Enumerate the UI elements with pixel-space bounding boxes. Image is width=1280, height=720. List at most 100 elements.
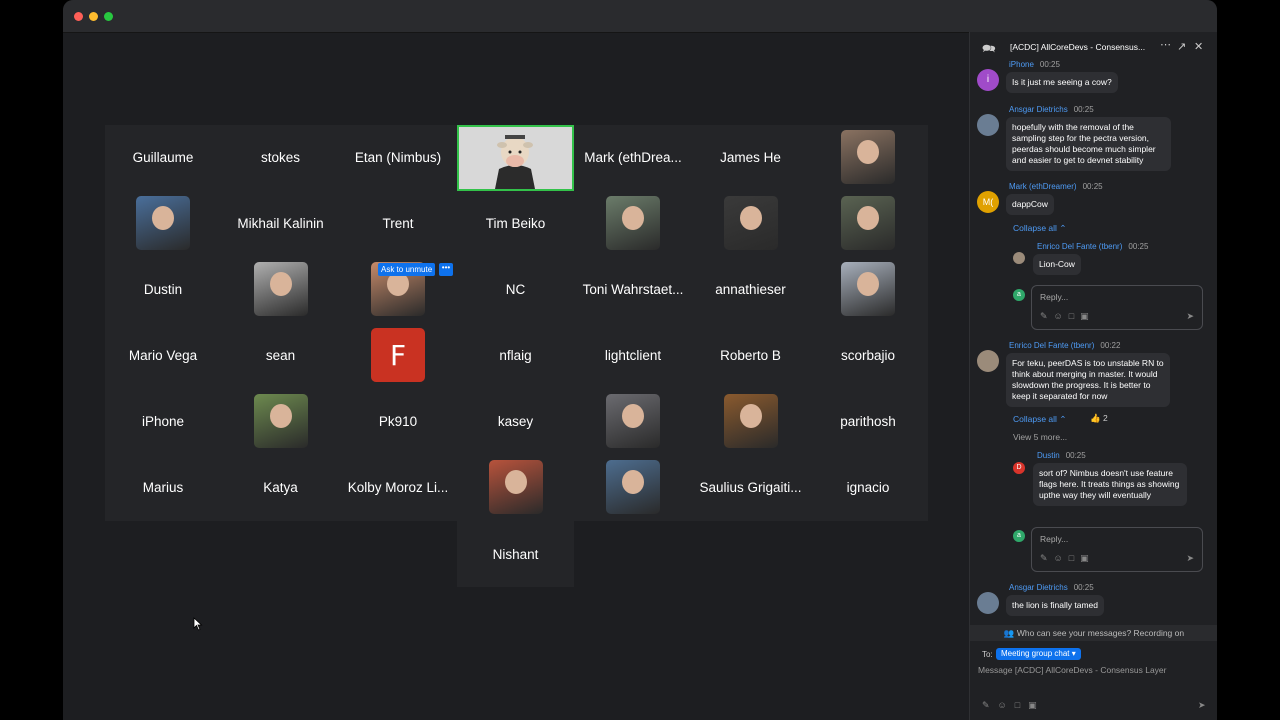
recording-notice[interactable]: 👥 Who can see your messages? Recording o… — [970, 625, 1217, 641]
participant-name: Tim Beiko — [485, 215, 546, 231]
chat-bubbles-icon: 🗪 — [982, 43, 996, 55]
participant-tile[interactable]: Marius — [105, 455, 221, 519]
participant-avatar — [606, 196, 660, 250]
participant-avatar — [606, 394, 660, 448]
participant-tile[interactable]: Pk910 — [340, 389, 456, 453]
collapse-all-button[interactable]: Collapse all ⌃ — [1013, 414, 1066, 425]
participant-tile[interactable]: James He — [693, 125, 809, 189]
participant-tile[interactable]: Mark (ethDrea... — [575, 125, 691, 189]
collapse-all-button[interactable]: Collapse all ⌃ — [1013, 223, 1066, 234]
participant-tile[interactable]: parithosh — [810, 389, 926, 453]
participant-tile[interactable] — [810, 257, 926, 321]
participant-tile[interactable]: Trent — [340, 191, 456, 255]
participant-name: sean — [265, 347, 296, 363]
to-label: To: — [982, 650, 993, 659]
message-author: iPhone 00:25 — [1009, 60, 1060, 69]
participant-avatar — [136, 196, 190, 250]
participant-tile[interactable]: NC — [458, 257, 574, 321]
participant-tile[interactable]: Roberto B — [693, 323, 809, 387]
participant-tile[interactable] — [105, 191, 221, 255]
participant-name: Toni Wahrstaet... — [582, 281, 684, 297]
participant-tile[interactable] — [693, 389, 809, 453]
participant-tile[interactable]: iPhone — [105, 389, 221, 453]
participant-tile[interactable] — [575, 389, 691, 453]
participant-tile[interactable]: Katya — [223, 455, 339, 519]
participant-tile[interactable] — [810, 191, 926, 255]
reply-format-tools-icon: ✎☺□▣ — [1040, 553, 1095, 563]
participant-tile-nishant[interactable]: Nishant — [457, 521, 574, 587]
zoom-window: Guillaume stokes Etan (Nimbus) Mark (ethDre… — [63, 0, 1217, 720]
message-author: Ansgar Dietrichs 00:25 — [1009, 105, 1094, 114]
participant-name: parithosh — [840, 413, 896, 429]
participant-tile[interactable]: sean — [223, 323, 339, 387]
participant-name: Nishant — [492, 546, 539, 562]
participant-tile[interactable]: Mario Vega — [105, 323, 221, 387]
participant-tile[interactable]: Etan (Nimbus) — [340, 125, 456, 189]
message-author: Enrico Del Fante (tbenr) 00:25 — [1037, 242, 1149, 251]
participant-name: iPhone — [141, 413, 185, 429]
avatar — [977, 350, 999, 372]
participant-avatar — [841, 130, 895, 184]
participant-tile[interactable] — [458, 455, 574, 519]
reply-input[interactable]: Reply... ✎☺□▣ ➤ — [1031, 527, 1203, 572]
participant-tile[interactable]: Saulius Grigaiti... — [693, 455, 809, 519]
participant-tile[interactable] — [575, 191, 691, 255]
participant-avatar — [841, 196, 895, 250]
message-input[interactable]: Message [ACDC] AllCoreDevs - Consensus L… — [978, 665, 1167, 675]
participant-tile[interactable]: annathieser — [693, 257, 809, 321]
participant-name: James He — [720, 149, 781, 165]
participant-name: Trent — [382, 215, 414, 231]
participant-tile[interactable]: ignacio — [810, 455, 926, 519]
participant-name: annathieser — [715, 281, 786, 297]
participant-tile[interactable]: nflaig — [458, 323, 574, 387]
send-icon[interactable]: ➤ — [1198, 700, 1206, 711]
compose-format-tools-icon[interactable]: ✎☺□▣ — [982, 700, 1045, 711]
participant-tile[interactable] — [810, 125, 926, 189]
view-more-link[interactable]: View 5 more... — [1013, 432, 1067, 442]
message-text: For teku, peerDAS is too unstable RN to … — [1006, 353, 1170, 407]
participant-tile[interactable]: scorbajio — [810, 323, 926, 387]
participant-name: stokes — [260, 149, 301, 165]
ask-to-unmute-button[interactable]: Ask to unmute — [378, 263, 436, 276]
active-speaker-video[interactable] — [457, 125, 574, 191]
thumbs-up-reaction[interactable]: 👍 2 — [1090, 413, 1108, 424]
message-text: the lion is finally tamed — [1006, 595, 1104, 616]
participant-tile[interactable]: Toni Wahrstaet... — [575, 257, 691, 321]
participant-tile[interactable] — [223, 257, 339, 321]
participant-tile[interactable] — [575, 455, 691, 519]
participant-tile[interactable] — [693, 191, 809, 255]
avatar: M( — [977, 191, 999, 213]
pop-out-icon[interactable]: ↗ — [1177, 40, 1186, 53]
participant-tile[interactable]: Mikhail Kalinin — [223, 191, 339, 255]
participant-tile[interactable]: Tim Beiko — [458, 191, 574, 255]
participant-name: scorbajio — [840, 347, 896, 363]
participant-name: NC — [505, 281, 526, 297]
participant-tile[interactable]: F — [340, 323, 456, 387]
reply-input[interactable]: Reply... ✎☺□▣ ➤ — [1031, 285, 1203, 330]
participant-tile[interactable] — [223, 389, 339, 453]
message-text: sort of? Nimbus doesn't use feature flag… — [1033, 463, 1187, 506]
close-window-button[interactable] — [74, 12, 83, 21]
send-icon: ➤ — [1186, 553, 1194, 563]
maximize-window-button[interactable] — [104, 12, 113, 21]
avatar — [977, 114, 999, 136]
participant-name: Pk910 — [378, 413, 418, 429]
participant-more-button[interactable]: ••• — [439, 263, 453, 276]
participant-tile[interactable]: kasey — [458, 389, 574, 453]
participant-name: Mikhail Kalinin — [237, 215, 324, 231]
message-author: Enrico Del Fante (tbenr) 00:22 — [1009, 341, 1121, 350]
participant-tile[interactable]: Kolby Moroz Li... — [340, 455, 456, 519]
message-author: Dustin 00:25 — [1037, 451, 1086, 460]
close-icon[interactable]: ✕ — [1194, 40, 1203, 53]
participant-name: kasey — [497, 413, 534, 429]
minimize-window-button[interactable] — [89, 12, 98, 21]
recipient-dropdown[interactable]: Meeting group chat ▾ — [996, 648, 1081, 660]
participant-tile[interactable]: Guillaume — [105, 125, 221, 189]
avatar — [1013, 252, 1025, 264]
participant-tile[interactable]: lightclient — [575, 323, 691, 387]
participant-tile[interactable]: stokes — [223, 125, 339, 189]
participant-avatar — [723, 394, 778, 448]
more-options-icon[interactable]: ⋯ — [1160, 38, 1171, 51]
participant-tile[interactable]: Dustin — [105, 257, 221, 321]
participant-name: lightclient — [604, 347, 662, 363]
